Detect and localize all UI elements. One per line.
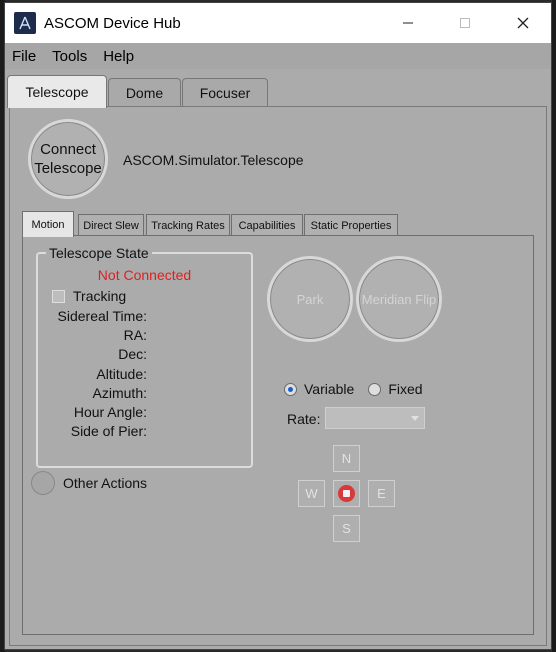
variable-radio[interactable]: [284, 382, 297, 396]
connection-status: Not Connected: [97, 267, 192, 283]
meridian-flip-button[interactable]: Meridian Flip: [356, 256, 442, 342]
telescope-state-title: Telescope State: [46, 245, 152, 261]
tracking-row: Tracking: [52, 288, 126, 304]
altitude-label: Altitude:: [96, 366, 147, 382]
tab-capabilities[interactable]: Capabilities: [231, 214, 303, 236]
ascom-app-icon: [14, 12, 36, 34]
side-of-pier-label: Side of Pier:: [70, 423, 147, 439]
stop-slew-button[interactable]: [333, 480, 360, 507]
tab-tracking-rates[interactable]: Tracking Rates: [146, 214, 230, 236]
close-button[interactable]: [495, 3, 551, 43]
park-button[interactable]: Park: [267, 256, 353, 342]
tracking-label: Tracking: [73, 288, 127, 304]
slew-south-button[interactable]: S: [333, 515, 360, 542]
title-bar: ASCOM Device Hub: [5, 3, 551, 43]
other-actions-button[interactable]: Other Actions: [31, 471, 147, 495]
telescope-panel: Connect Telescope ASCOM.Simulator.Telesc…: [9, 106, 547, 646]
menu-tools[interactable]: Tools: [44, 48, 95, 65]
rate-label: Rate:: [287, 411, 321, 427]
maximize-button[interactable]: [437, 3, 493, 43]
tab-motion[interactable]: Motion: [22, 211, 74, 237]
rate-mode-group: Variable Fixed: [284, 381, 423, 397]
connect-telescope-button[interactable]: Connect Telescope: [28, 119, 108, 199]
device-tab-strip: Telescope Dome Focuser: [5, 75, 551, 108]
tab-dome[interactable]: Dome: [108, 78, 181, 106]
menu-bar: File Tools Help: [5, 43, 551, 69]
device-name-label: ASCOM.Simulator.Telescope: [123, 152, 304, 168]
sidereal-time-label: Sidereal Time:: [57, 308, 147, 324]
dec-label: Dec:: [118, 346, 147, 362]
tab-static-properties[interactable]: Static Properties: [304, 214, 398, 236]
rate-dropdown[interactable]: [325, 407, 425, 429]
slew-east-button[interactable]: E: [368, 480, 395, 507]
desktop-background-right: [552, 0, 556, 652]
variable-label: Variable: [304, 381, 355, 397]
other-actions-label: Other Actions: [63, 475, 148, 491]
radio-selected-dot-icon: [288, 386, 293, 392]
motion-panel: Telescope State Not Connected Tracking S…: [22, 235, 534, 635]
other-actions-expander-icon[interactable]: [31, 471, 55, 495]
slew-north-button[interactable]: N: [333, 445, 360, 472]
ra-label: RA:: [123, 327, 147, 343]
fixed-radio[interactable]: [368, 382, 382, 396]
hour-angle-label: Hour Angle:: [73, 404, 147, 420]
minimize-button[interactable]: [380, 3, 436, 43]
tab-direct-slew[interactable]: Direct Slew: [78, 214, 144, 236]
window-title: ASCOM Device Hub: [44, 14, 181, 32]
tab-focuser[interactable]: Focuser: [182, 78, 268, 106]
slew-west-button[interactable]: W: [298, 480, 325, 507]
azimuth-label: Azimuth:: [92, 385, 147, 401]
tab-telescope[interactable]: Telescope: [7, 75, 107, 108]
menu-file[interactable]: File: [5, 48, 44, 65]
telescope-state-group: Telescope State Not Connected Tracking S…: [36, 245, 253, 468]
fixed-label: Fixed: [388, 381, 423, 397]
tracking-checkbox[interactable]: [52, 289, 65, 303]
app-window: ASCOM Device Hub File Tools Help Telesco…: [4, 2, 552, 650]
stop-icon: [338, 485, 355, 502]
menu-help[interactable]: Help: [95, 48, 142, 65]
chevron-down-icon: [411, 416, 419, 421]
